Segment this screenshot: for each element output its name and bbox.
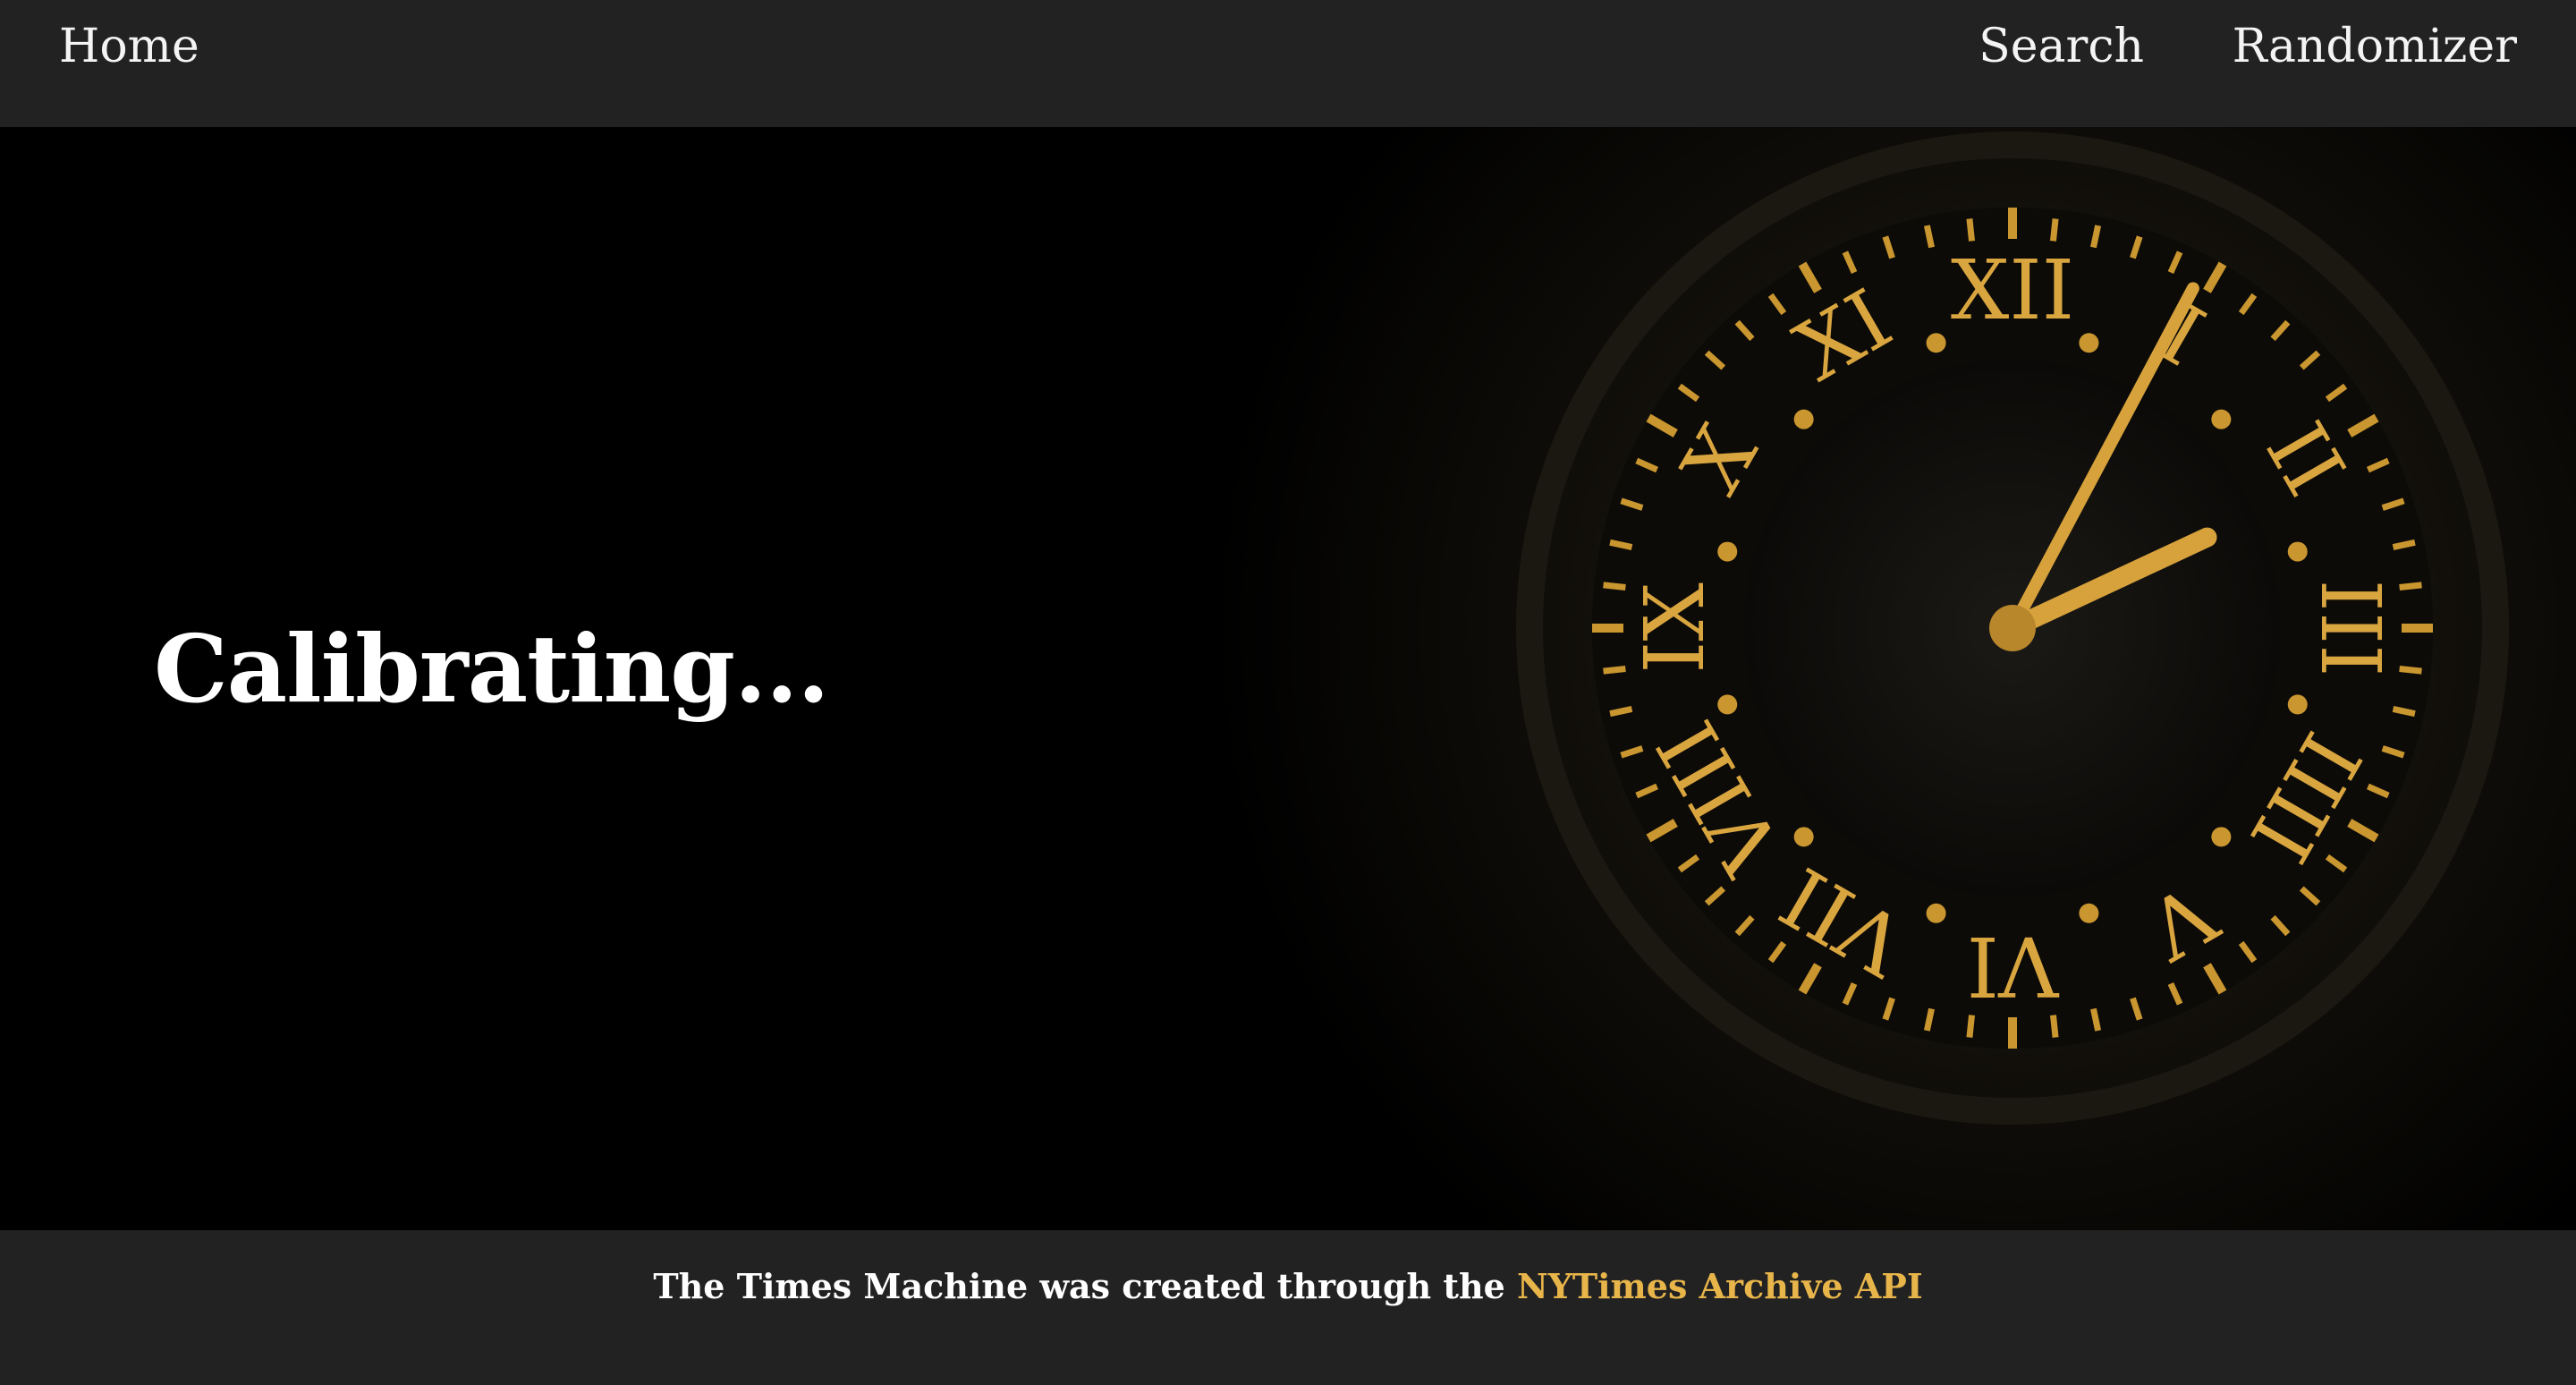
clock-ornament: [2211, 827, 2232, 847]
home-link[interactable]: Home: [59, 0, 199, 93]
clock-tick: [1966, 1015, 1976, 1038]
clock-ornament: [2211, 409, 2232, 429]
clock-ornament: [2079, 903, 2099, 923]
clock-ornament: [1717, 694, 1738, 715]
hero-section: XII I II III IIII V VI VII VIII IX X XI Calibrating…: [0, 127, 2576, 1230]
clock-tick: [2049, 218, 2059, 242]
clock-tick: [2049, 1015, 2059, 1038]
footer-text: The Times Machine was created through th…: [653, 1266, 1517, 1306]
clock-ornament: [1717, 541, 1738, 562]
nytimes-archive-api-link[interactable]: NYTimes Archive API: [1517, 1266, 1923, 1306]
clock-numeral: VI: [1967, 918, 2060, 1014]
footer-credit: The Times Machine was created through th…: [0, 1266, 2576, 1306]
clock-ornament: [1793, 409, 1814, 429]
clock-numeral: III: [2302, 579, 2398, 676]
footer: The Times Machine was created through th…: [0, 1230, 2576, 1385]
clock-tick: [1603, 582, 1626, 591]
clock-numeral: XII: [1951, 242, 2074, 338]
clock-tick: [1966, 218, 1976, 242]
clock-ornament: [2287, 541, 2308, 562]
search-link[interactable]: Search: [1979, 0, 2144, 93]
clock-ornament: [2287, 694, 2308, 715]
page-title: Calibrating...: [154, 614, 830, 724]
clock-tick: [2399, 665, 2422, 675]
clock-tick: [2399, 582, 2422, 591]
clock-ornament: [2079, 333, 2099, 353]
clock-numeral: IX: [1627, 582, 1723, 674]
top-navbar: Home Search Randomizer: [0, 0, 2576, 127]
clock-tick: [1603, 665, 1626, 675]
clock-ornament: [1926, 903, 1946, 923]
clock-hub: [1989, 605, 2036, 651]
randomizer-link[interactable]: Randomizer: [2233, 0, 2517, 93]
clock-ornament: [1926, 333, 1946, 353]
